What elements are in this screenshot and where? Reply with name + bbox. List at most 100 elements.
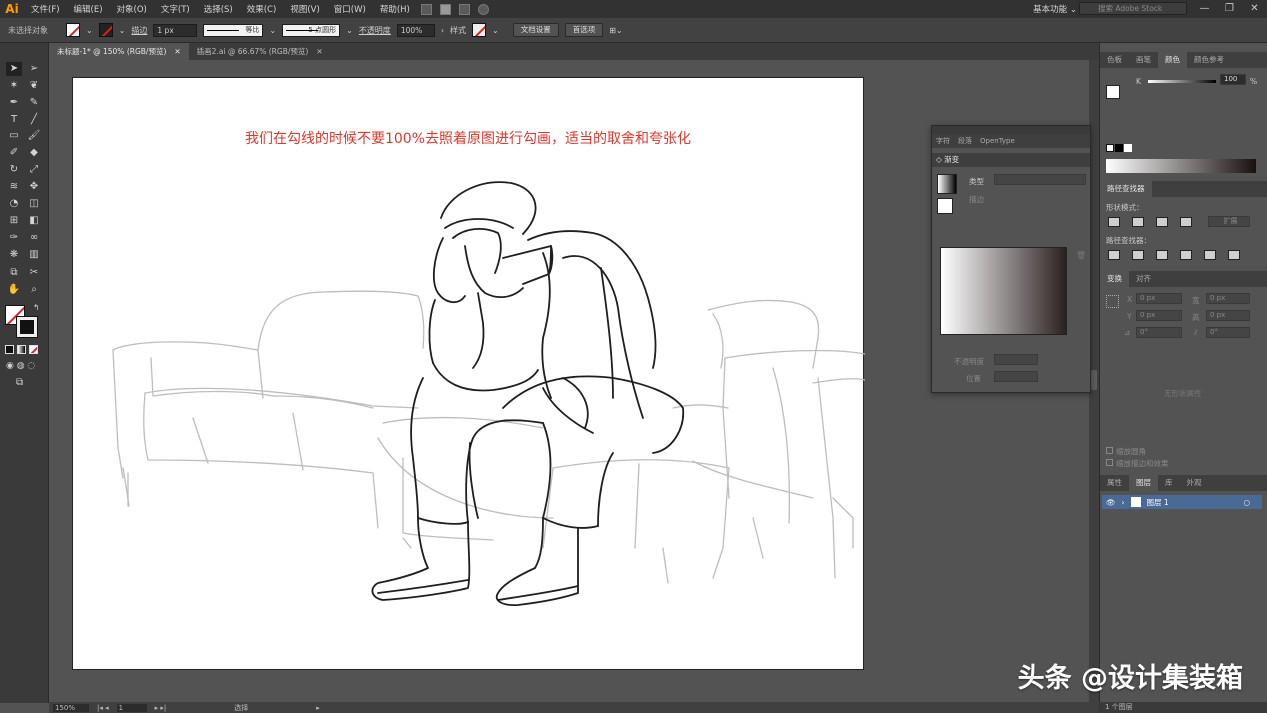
tab-color[interactable]: 颜色: [1158, 52, 1187, 68]
gradient-type-select[interactable]: [994, 174, 1086, 185]
fill-dropdown-icon[interactable]: ⌄: [86, 26, 93, 35]
minimize-button[interactable]: —: [1192, 0, 1217, 18]
restore-button[interactable]: ❐: [1217, 0, 1242, 18]
gradient-opacity-field[interactable]: [994, 354, 1038, 365]
expand-button[interactable]: 扩展: [1208, 216, 1250, 227]
unite-icon[interactable]: [1108, 217, 1120, 227]
zoom-tool-icon[interactable]: ⌕: [26, 283, 42, 297]
gradient-ramp[interactable]: [940, 247, 1067, 335]
stroke-weight-field[interactable]: 1 px: [153, 23, 198, 37]
tab-properties[interactable]: 属性: [1100, 475, 1129, 491]
menu-window[interactable]: 窗口(W): [327, 3, 373, 15]
minus-front-icon[interactable]: [1132, 217, 1144, 227]
rotate-tool-icon[interactable]: ↻: [6, 163, 22, 177]
color-fill-stroke-icon[interactable]: [1106, 85, 1120, 99]
tab-swatches[interactable]: 色板: [1100, 52, 1129, 68]
menu-effect[interactable]: 效果(C): [240, 3, 284, 15]
stroke-swatch[interactable]: [98, 23, 113, 37]
tf-x-field[interactable]: 0 px: [1136, 293, 1182, 304]
draw-mode-icons[interactable]: ◉ ◍ ◌: [6, 361, 35, 371]
eye-icon[interactable]: 👁: [1106, 498, 1116, 507]
gpu-icon[interactable]: [477, 3, 489, 15]
arrange-documents-icon[interactable]: [458, 3, 470, 15]
close-tab-icon[interactable]: ✕: [316, 43, 322, 60]
swap-fill-stroke-icon[interactable]: ↰: [33, 303, 40, 312]
menu-object[interactable]: 对象(O): [110, 3, 154, 15]
layer-target-icon[interactable]: ○: [1243, 498, 1250, 507]
menu-edit[interactable]: 编辑(E): [67, 3, 110, 15]
intersect-icon[interactable]: [1156, 217, 1168, 227]
exclude-icon[interactable]: [1180, 217, 1192, 227]
merge-icon[interactable]: [1156, 250, 1168, 260]
expand-layer-icon[interactable]: ›: [1122, 498, 1125, 507]
tf-shear-field[interactable]: 0°: [1206, 327, 1250, 338]
fill-swatch[interactable]: [66, 23, 80, 37]
artboard-tool-icon[interactable]: ⧉: [6, 266, 22, 280]
slice-tool-icon[interactable]: ✂: [26, 266, 42, 280]
perspective-grid-tool-icon[interactable]: ◫: [26, 197, 42, 211]
blend-tool-icon[interactable]: ∞: [26, 231, 42, 245]
tab-untitled-1[interactable]: 未标题-1* @ 150% (RGB/预览) ✕: [49, 43, 189, 60]
close-tab-icon[interactable]: ✕: [174, 43, 180, 60]
screen-mode-icon[interactable]: ⧉: [16, 377, 23, 388]
scale-tool-icon[interactable]: ⤢: [26, 163, 42, 177]
warp-tool-icon[interactable]: ≋: [6, 180, 22, 194]
stroke-label[interactable]: 描边: [131, 25, 147, 36]
tab-libraries[interactable]: 库: [1158, 475, 1180, 491]
reference-point-icon[interactable]: [1106, 295, 1119, 308]
symbol-sprayer-tool-icon[interactable]: ❋: [6, 248, 22, 262]
stock-search-input[interactable]: 搜索 Adobe Stock: [1079, 2, 1187, 15]
menu-view[interactable]: 视图(V): [283, 3, 326, 15]
workspace-switcher[interactable]: 基本功能 ⌄: [1033, 3, 1077, 15]
line-tool-icon[interactable]: ╱: [26, 113, 42, 127]
artboard-number[interactable]: 1: [116, 703, 147, 712]
layer-row[interactable]: 👁 › 图层 1 ○: [1102, 495, 1262, 509]
curvature-tool-icon[interactable]: ✎: [26, 96, 42, 110]
profile-dropdown-icon[interactable]: ⌄: [269, 26, 276, 35]
status-arrow-icon[interactable]: ▸: [316, 704, 320, 712]
stroke-color-icon[interactable]: [16, 316, 38, 338]
next-artboard-icon[interactable]: ▸ ▸|: [155, 704, 167, 712]
menu-file[interactable]: 文件(F): [24, 3, 67, 15]
tab-pathfinder[interactable]: 路径查找器: [1100, 181, 1152, 197]
menu-help[interactable]: 帮助(H): [373, 3, 417, 15]
tab-color-guide[interactable]: 颜色参考: [1187, 52, 1231, 68]
eraser-tool-icon[interactable]: ◆: [26, 146, 42, 160]
black-swatch[interactable]: [1115, 144, 1123, 152]
menu-type[interactable]: 文字(T): [154, 3, 197, 15]
tab-paragraph[interactable]: 段落: [958, 134, 972, 148]
tab-character[interactable]: 字符: [936, 134, 950, 148]
k-value-field[interactable]: 100: [1220, 74, 1246, 85]
prev-artboard-icon[interactable]: |◂ ◂: [97, 704, 109, 712]
none-swatch[interactable]: [1106, 144, 1114, 152]
k-slider[interactable]: [1148, 80, 1216, 83]
shape-builder-tool-icon[interactable]: ◔: [6, 197, 22, 211]
brush-dropdown-icon[interactable]: ⌄: [346, 26, 353, 35]
selection-tool-icon[interactable]: ➤: [6, 62, 22, 76]
variable-width-profile[interactable]: 等比: [203, 23, 264, 37]
bridge-icon[interactable]: [420, 3, 432, 15]
stroke-dropdown-icon[interactable]: ⌄: [119, 26, 126, 35]
close-button[interactable]: ✕: [1242, 0, 1267, 18]
mesh-tool-icon[interactable]: ⊞: [6, 214, 22, 228]
preferences-button[interactable]: 首选项: [564, 23, 604, 37]
minus-back-icon[interactable]: [1228, 250, 1240, 260]
type-tool-icon[interactable]: T: [6, 113, 22, 127]
rectangle-tool-icon[interactable]: ▭: [6, 129, 22, 143]
shaper-tool-icon[interactable]: ✐: [6, 146, 22, 160]
panel-header[interactable]: [932, 126, 1090, 134]
gradient-tool-icon[interactable]: ◧: [26, 214, 42, 228]
opacity-arrow-icon[interactable]: ›: [441, 26, 444, 35]
tab-transform[interactable]: 变换: [1100, 271, 1129, 287]
tf-w-field[interactable]: 0 px: [1206, 293, 1250, 304]
graphic-style-swatch[interactable]: [472, 23, 487, 37]
tf-angle-field[interactable]: 0°: [1136, 327, 1182, 338]
column-graph-tool-icon[interactable]: ▥: [26, 248, 42, 262]
outline-icon[interactable]: [1204, 250, 1216, 260]
magic-wand-tool-icon[interactable]: ✶: [6, 79, 22, 93]
layer-name[interactable]: 图层 1: [1147, 497, 1169, 508]
artboard[interactable]: 我们在勾线的时候不要100%去照着原图进行勾画，适当的取舍和夸张化: [72, 77, 865, 670]
tf-h-field[interactable]: 0 px: [1206, 310, 1250, 321]
scrollbar-thumb[interactable]: [1091, 370, 1097, 390]
pen-tool-icon[interactable]: ✒: [6, 96, 22, 110]
